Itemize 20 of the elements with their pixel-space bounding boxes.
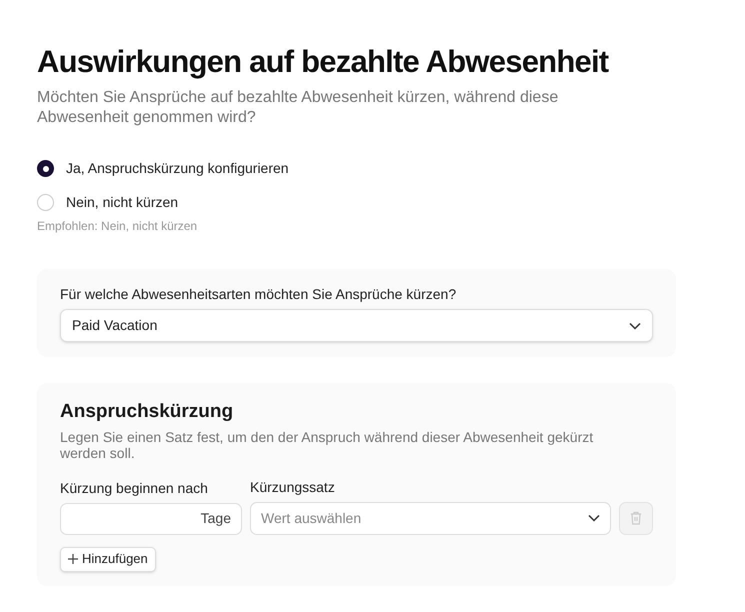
radio-checked-icon: [37, 160, 54, 177]
section-description: Legen Sie einen Satz fest, um den der Anspruch während dieser Abwesenheit gekürzt werden soll.: [60, 428, 594, 460]
radio-option[interactable]: Nein, nicht kürzen: [37, 192, 676, 213]
radio-icon: [37, 194, 54, 211]
absence-type-select[interactable]: Paid Vacation: [60, 309, 653, 342]
chevron-down-icon: [588, 514, 600, 522]
recommendation-hint: Empfohlen: Nein, nicht kürzen: [37, 218, 198, 235]
add-button[interactable]: Hinzufügen: [60, 546, 156, 572]
field-label: Kürzungssatz: [250, 478, 336, 497]
field-label: Für welche Abwesenheitsarten möchten Sie Ansprüche kürzen?: [60, 285, 458, 304]
plus-icon: [68, 554, 78, 564]
trash-icon: [630, 511, 642, 525]
section-heading: Anspruchskürzung: [60, 400, 234, 424]
field-label: Kürzung beginnen nach: [60, 478, 209, 498]
chevron-down-icon: [629, 322, 641, 330]
page-title: Auswirkungen auf bezahlte Abwesenheit: [37, 44, 610, 80]
radio-option[interactable]: Ja, Anspruchskürzung konfigurieren: [37, 158, 676, 179]
days-input-field[interactable]: Tage: [60, 502, 242, 534]
rate-select[interactable]: Wert auswählen: [250, 502, 611, 534]
page-subtitle: Möchten Sie Ansprüche auf bezahlte Abwesenheit kürzen, während diese Abwesenheit genommen wird?: [37, 88, 560, 128]
